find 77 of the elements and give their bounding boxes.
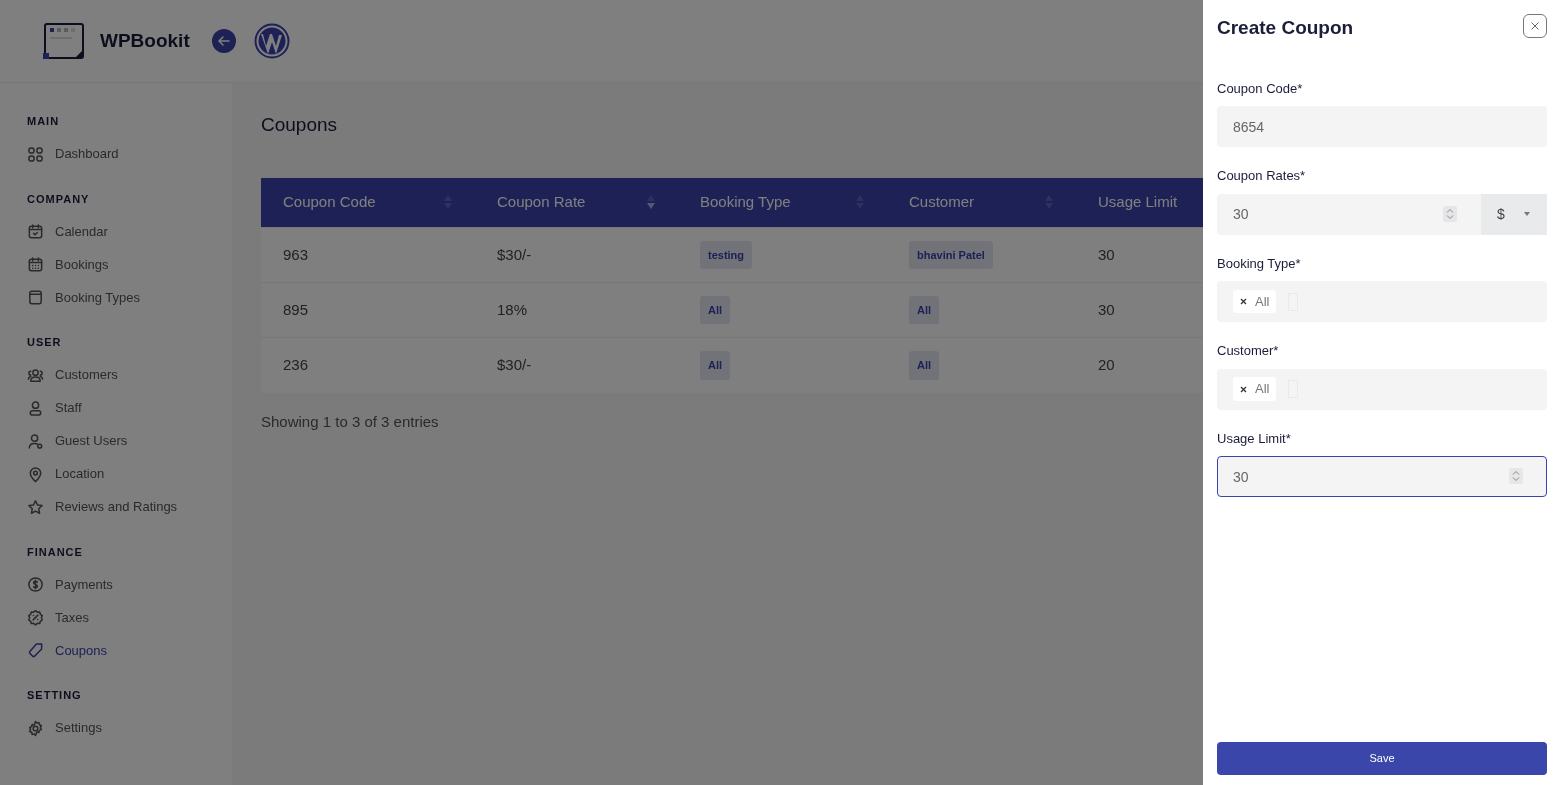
user-icon — [27, 399, 44, 417]
sidebar-item[interactable]: Taxes — [27, 601, 232, 634]
column-header[interactable]: Usage Limit — [1076, 177, 1203, 228]
sidebar-item[interactable]: Customers — [27, 358, 232, 392]
calendar-icon — [27, 289, 44, 306]
tag: All — [700, 351, 731, 380]
chip-label: All — [1255, 292, 1270, 311]
sidebar-item[interactable]: Payments — [27, 568, 232, 601]
dollar-icon — [27, 576, 44, 593]
field-label: Coupon Rates* — [1217, 167, 1307, 185]
currency-select[interactable]: $ — [1481, 193, 1547, 235]
field-label: Coupon Code* — [1217, 79, 1304, 98]
sidebar-item[interactable]: Calendar — [27, 215, 232, 248]
sidebar-item[interactable]: Guest Users — [27, 424, 232, 458]
tag: testing — [700, 240, 753, 270]
tag-icon — [27, 642, 44, 659]
tag-chip[interactable]: All — [1233, 289, 1277, 314]
table-cell: 236 — [261, 337, 475, 393]
section-title: COMPANY — [27, 191, 91, 207]
section-title: MAIN — [27, 114, 61, 129]
user-icon — [27, 432, 44, 450]
chip-label: All — [1255, 380, 1270, 399]
close-button[interactable] — [1523, 14, 1547, 38]
field-label: Customer* — [1217, 342, 1280, 360]
column-header[interactable]: Booking Type — [678, 177, 887, 228]
tag: bhavini Patel — [909, 240, 993, 270]
sidebar-item[interactable]: Location — [27, 457, 232, 491]
back-button[interactable] — [211, 29, 236, 53]
sidebar-item[interactable]: Settings — [27, 711, 232, 745]
logo-icon — [42, 21, 86, 61]
brand-name: WPBookit — [100, 28, 190, 53]
calendar-icon — [27, 256, 44, 273]
close-icon — [1530, 21, 1540, 31]
field-label: Booking Type* — [1217, 254, 1302, 273]
table-cell: 18% — [475, 282, 678, 338]
gear-icon — [27, 719, 44, 737]
field-label: Usage Limit* — [1217, 429, 1292, 448]
grid-icon — [27, 145, 44, 163]
arrow-left-icon — [216, 34, 231, 48]
section-title: SETTING — [27, 688, 83, 703]
tag: All — [909, 351, 940, 380]
sidebar-item[interactable]: Staff — [27, 391, 232, 425]
sidebar-item[interactable]: Reviews and Ratings — [27, 490, 232, 524]
tags-field[interactable]: All — [1217, 281, 1547, 322]
users-icon — [27, 366, 44, 384]
calendar-icon — [27, 223, 44, 240]
tags-field[interactable]: All — [1217, 368, 1547, 410]
column-header[interactable]: Coupon Rate — [475, 177, 678, 228]
wordpress-logo-icon[interactable] — [253, 23, 290, 59]
column-header[interactable]: Customer — [887, 177, 1076, 228]
table-cell: $30/- — [475, 227, 678, 283]
sidebar-item[interactable]: Dashboard — [27, 137, 232, 171]
sidebar-item[interactable]: Booking Types — [27, 281, 232, 314]
input-field[interactable]: 8654 — [1217, 106, 1547, 147]
section-title: FINANCE — [27, 544, 84, 560]
tag-chip[interactable]: All — [1233, 377, 1277, 401]
remove-icon[interactable] — [1240, 298, 1247, 305]
badge-percent-icon — [27, 609, 44, 626]
star-icon — [27, 498, 44, 516]
table-info: Showing 1 to 3 of 3 entries — [261, 411, 440, 432]
location-icon — [27, 465, 44, 483]
page-title: Coupons — [261, 113, 339, 137]
section-title: USER — [27, 335, 63, 350]
save-button[interactable]: Save — [1217, 742, 1547, 775]
table-cell: 895 — [261, 282, 475, 338]
column-header[interactable]: Coupon Code — [261, 177, 475, 228]
caret-icon — [1523, 211, 1531, 217]
drawer-title: Create Coupon — [1217, 16, 1354, 40]
input-field[interactable]: 30 — [1217, 193, 1481, 235]
sidebar-item[interactable]: Coupons — [27, 634, 232, 667]
tag: All — [700, 295, 731, 325]
table-cell: 963 — [261, 227, 475, 283]
remove-icon[interactable] — [1240, 385, 1247, 393]
table-cell: $30/- — [475, 337, 678, 393]
input-field[interactable]: 30 — [1217, 456, 1547, 497]
tag: All — [909, 295, 940, 325]
sidebar-item[interactable]: Bookings — [27, 248, 232, 281]
